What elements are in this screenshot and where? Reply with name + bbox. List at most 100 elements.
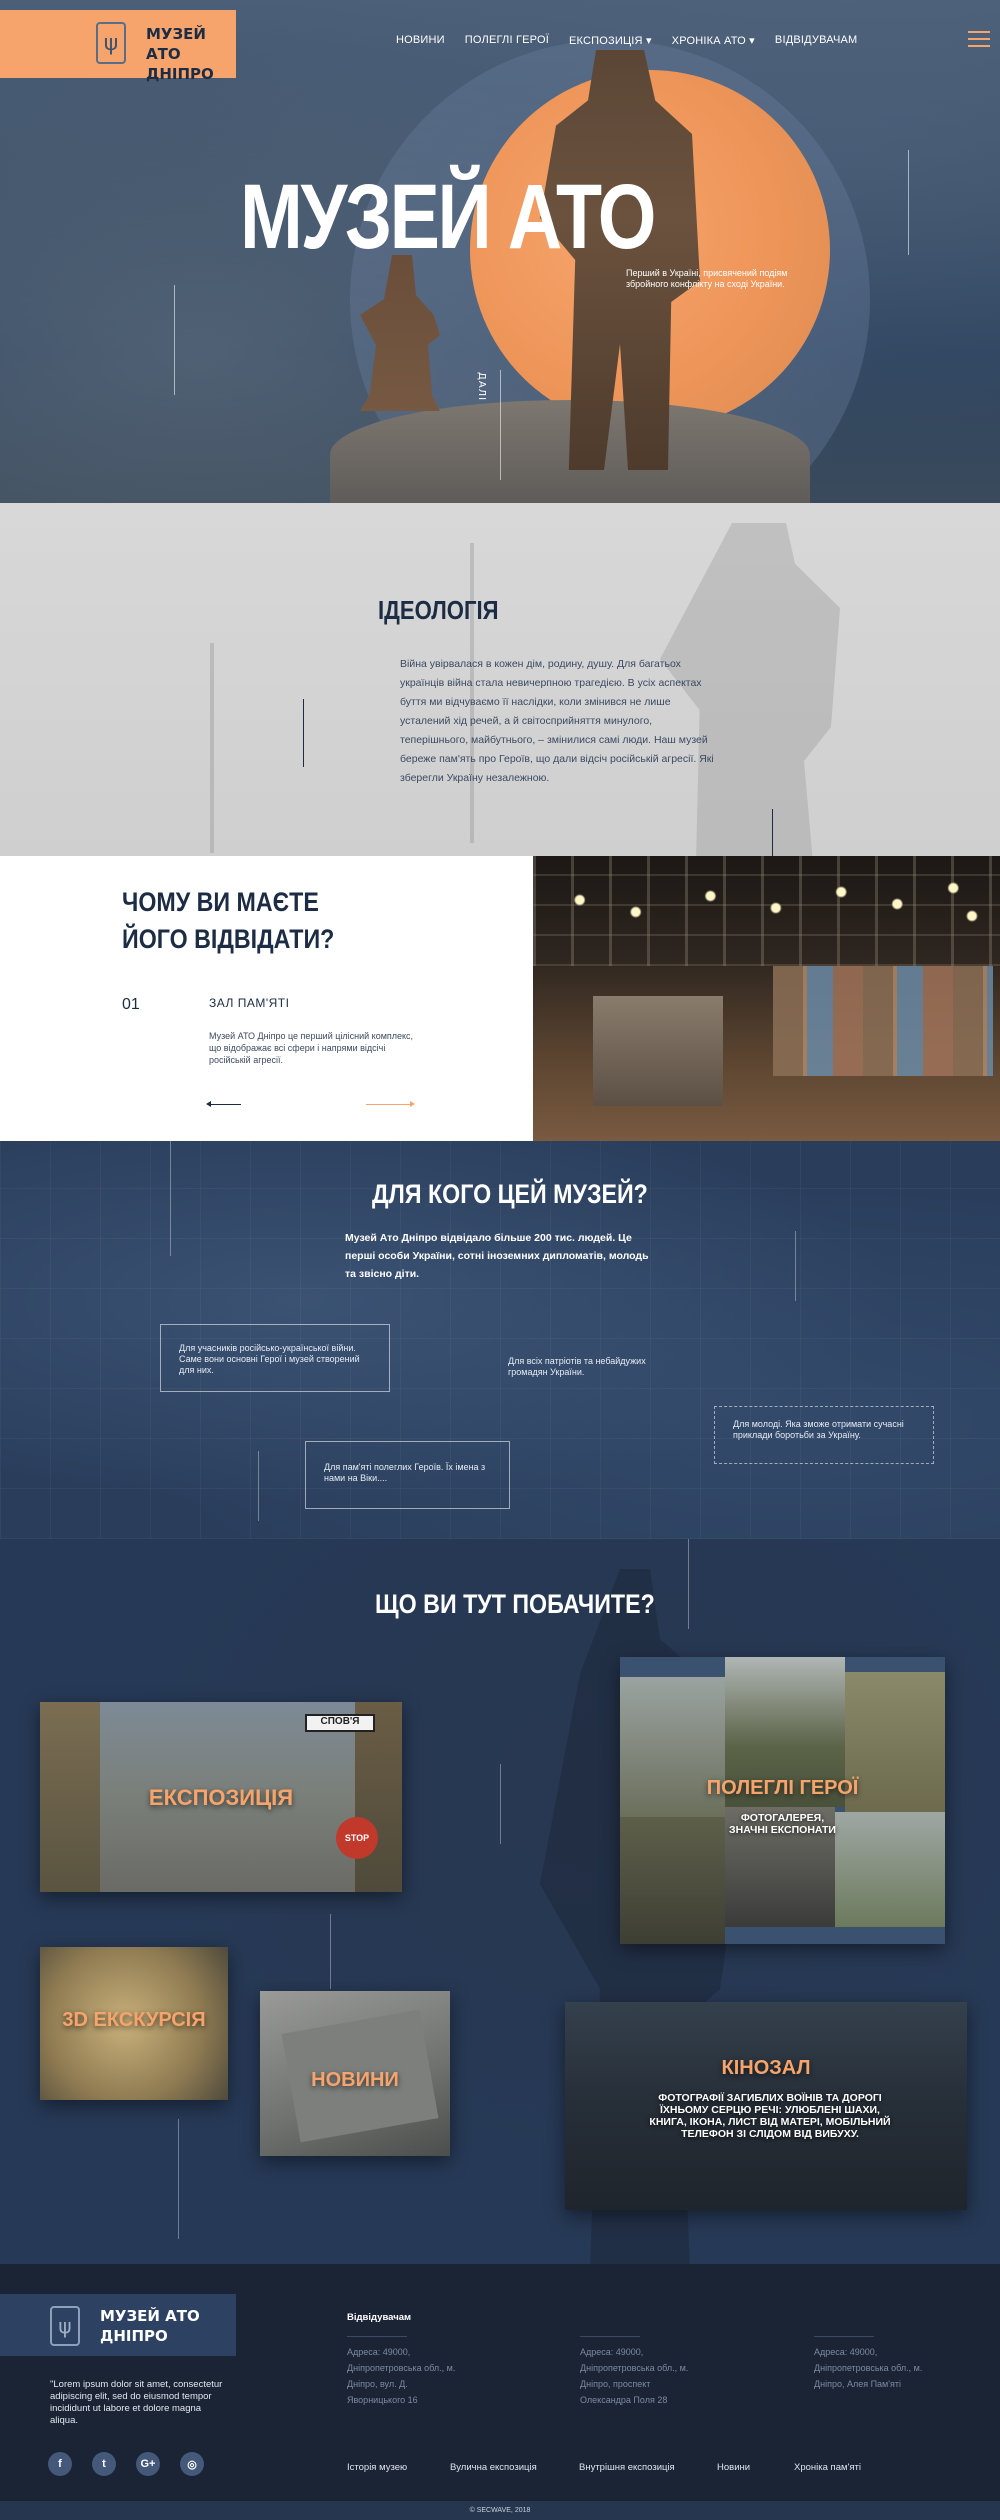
address-line: Яворницького 16 bbox=[347, 2395, 418, 2405]
audience-title: ДЛЯ КОГО ЦЕЙ МУЗЕЙ? bbox=[372, 1179, 648, 1209]
footer-visitors-title: Відвідувачам bbox=[347, 2312, 412, 2323]
features-divider-line bbox=[688, 1539, 689, 1629]
site-footer: ψ МУЗЕЙ АТО ДНІПРО "Lorem ipsum dolor si… bbox=[0, 2264, 1000, 2501]
nav-item-heroes[interactable]: ПОЛЕГЛІ ГЕРОЇ bbox=[465, 34, 549, 47]
address-line: Дніпро, проспект bbox=[580, 2379, 651, 2389]
tile-3d-label: 3D ЕКСКУРСІЯ bbox=[62, 2009, 206, 2031]
tile-exposition-label: ЕКСПОЗИЦІЯ bbox=[148, 1785, 294, 1810]
tile-heroes-sub: ФОТОГАЛЕРЕЯ, ЗНАЧНІ ЕКСПОНАТИ bbox=[620, 1812, 945, 1836]
slide-description: Музей АТО Дніпро це перший цілісний комп… bbox=[209, 1031, 414, 1065]
why-visit-title: ЧОМУ ВИ МАЄТЕ ЙОГО ВІДВІДАТИ? bbox=[122, 884, 363, 958]
google-plus-icon[interactable]: G+ bbox=[136, 2452, 160, 2476]
logo-line2: ДНІПРО bbox=[146, 65, 214, 83]
exhibit-booth bbox=[593, 996, 723, 1106]
nav-item-chronicle[interactable]: ХРОНІКА АТО ▾ bbox=[672, 34, 755, 47]
address-divider bbox=[580, 2336, 640, 2337]
address-line: Дніпро, вул. Д. bbox=[347, 2379, 408, 2389]
audience-divider-line bbox=[258, 1451, 259, 1521]
footer-link-street-exposition[interactable]: Вулична експозиція bbox=[450, 2462, 537, 2473]
ideology-divider-line bbox=[303, 699, 304, 767]
ideology-section: ІДЕОЛОГІЯ Війна увірвалася в кожен дім, … bbox=[0, 503, 1000, 856]
footer-quote: "Lorem ipsum dolor sit amet, consectetur… bbox=[50, 2379, 223, 2426]
facebook-icon[interactable]: f bbox=[48, 2452, 72, 2476]
slider-next-arrow-icon[interactable] bbox=[366, 1104, 412, 1105]
address-block: Адреса: 49000, Дніпропетровська обл., м.… bbox=[347, 2344, 507, 2408]
nav-item-news[interactable]: НОВИНИ bbox=[396, 34, 445, 47]
ideology-text: Війна увірвалася в кожен дім, родину, ду… bbox=[400, 658, 714, 784]
logo-text: МУЗЕЙ АТО ДНІПРО bbox=[146, 24, 236, 84]
instagram-icon[interactable]: ◎ bbox=[180, 2452, 204, 2476]
why-title-line1: ЧОМУ ВИ МАЄТЕ bbox=[122, 887, 319, 917]
background-cross bbox=[210, 643, 214, 853]
trident-icon: ψ bbox=[96, 22, 126, 64]
slider-prev-arrow-icon[interactable] bbox=[209, 1104, 241, 1105]
logo-line1: МУЗЕЙ АТО bbox=[146, 25, 206, 63]
features-divider-line bbox=[178, 2119, 179, 2239]
scroll-down-link[interactable]: ДАЛІ bbox=[476, 372, 487, 401]
ideology-divider-line bbox=[772, 809, 773, 856]
tile-heroes-sub-line2: ЗНАЧНІ ЕКСПОНАТИ bbox=[729, 1824, 836, 1836]
hero-divider-line bbox=[500, 370, 501, 480]
audience-divider-line bbox=[795, 1231, 796, 1301]
footer-link-chronicle[interactable]: Хроніка пам'яті bbox=[794, 2462, 861, 2473]
why-visit-section: ЧОМУ ВИ МАЄТЕ ЙОГО ВІДВІДАТИ? 01 ЗАЛ ПАМ… bbox=[0, 856, 1000, 1141]
ideology-title: ІДЕОЛОГІЯ bbox=[378, 595, 499, 625]
slide-number: 01 bbox=[122, 996, 140, 1013]
address-line: Дніпропетровська обл., м. bbox=[347, 2363, 456, 2373]
features-divider-line bbox=[500, 1764, 501, 1844]
tile-3d-tour[interactable]: 3D ЕКСКУРСІЯ bbox=[40, 1947, 228, 2100]
stop-sign: STOP bbox=[336, 1817, 378, 1859]
audience-card-youth: Для молоді. Яка зможе отримати сучасні п… bbox=[714, 1406, 934, 1464]
address-line: Адреса: 49000, bbox=[580, 2347, 644, 2357]
main-nav: НОВИНИ ПОЛЕГЛІ ГЕРОЇ ЕКСПОЗИЦІЯ ▾ ХРОНІК… bbox=[396, 34, 857, 47]
hamburger-icon[interactable] bbox=[968, 31, 990, 49]
address-block: Адреса: 49000, Дніпропетровська обл., м.… bbox=[814, 2344, 974, 2392]
features-section: ЩО ВИ ТУТ ПОБАЧИТЕ? СПОВ'Я STOP ЕКСПОЗИЦ… bbox=[0, 1539, 1000, 2264]
trident-icon: ψ bbox=[50, 2306, 80, 2346]
tile-fallen-heroes[interactable]: ПОЛЕГЛІ ГЕРОЇ ФОТОГАЛЕРЕЯ, ЗНАЧНІ ЕКСПОН… bbox=[620, 1657, 945, 1944]
arrow-left-icon bbox=[206, 1101, 211, 1107]
audience-card-veterans: Для учасників російсько-української війн… bbox=[160, 1324, 390, 1392]
tile-exposition[interactable]: СПОВ'Я STOP ЕКСПОЗИЦІЯ bbox=[40, 1702, 402, 1892]
site-logo[interactable]: ψ МУЗЕЙ АТО ДНІПРО bbox=[0, 10, 236, 83]
why-title-line2: ЙОГО ВІДВІДАТИ? bbox=[122, 924, 335, 954]
nav-item-visitors[interactable]: ВІДВІДУВАЧАМ bbox=[775, 34, 857, 47]
address-divider bbox=[347, 2336, 407, 2337]
features-title: ЩО ВИ ТУТ ПОБАЧИТЕ? bbox=[375, 1589, 655, 1619]
hero-subtitle: Перший в Україні, присвячений подіям збр… bbox=[626, 268, 788, 289]
tile-news-label: НОВИНИ bbox=[311, 2069, 399, 2091]
ceiling-lights bbox=[533, 876, 1000, 956]
slide-title: ЗАЛ ПАМ'ЯТІ bbox=[209, 996, 290, 1010]
twitter-icon[interactable]: t bbox=[92, 2452, 116, 2476]
audience-card-patriots: Для всіх патріотів та небайдужих громадя… bbox=[508, 1356, 646, 1377]
footer-logo[interactable]: ψ МУЗЕЙ АТО ДНІПРО bbox=[0, 2294, 236, 2356]
tile-heroes-label: ПОЛЕГЛІ ГЕРОЇ bbox=[706, 1777, 859, 1799]
address-block: Адреса: 49000, Дніпропетровська обл., м.… bbox=[580, 2344, 740, 2408]
address-line: Адреса: 49000, bbox=[814, 2347, 878, 2357]
address-divider bbox=[814, 2336, 874, 2337]
audience-intro: Музей Ато Дніпро відвідало більше 200 ти… bbox=[345, 1232, 649, 1280]
tile-news[interactable]: НОВИНИ bbox=[260, 1991, 450, 2156]
arrow-right-icon bbox=[410, 1101, 415, 1107]
tile-cinema-sub: ФОТОГРАФІЇ ЗАГИБЛИХ ВОЇНІВ ТА ДОРОГІ ЇХН… bbox=[649, 2092, 891, 2140]
tile-heroes-sub-line1: ФОТОГАЛЕРЕЯ, bbox=[740, 1812, 825, 1824]
footer-logo-line1: МУЗЕЙ АТО bbox=[100, 2307, 200, 2325]
features-divider-line bbox=[330, 1914, 331, 1989]
footer-link-history[interactable]: Історія музею bbox=[347, 2462, 407, 2473]
copyright-bar: © SECWAVE, 2018 bbox=[0, 2501, 1000, 2520]
hero-divider-line bbox=[174, 285, 175, 395]
address-line: Олександра Поля 28 bbox=[580, 2395, 668, 2405]
footer-link-news[interactable]: Новини bbox=[717, 2462, 750, 2473]
address-line: Дніпропетровська обл., м. bbox=[814, 2363, 923, 2373]
footer-logo-text: МУЗЕЙ АТО ДНІПРО bbox=[100, 2306, 200, 2346]
hero-section: ψ МУЗЕЙ АТО ДНІПРО НОВИНИ ПОЛЕГЛІ ГЕРОЇ … bbox=[0, 0, 1000, 503]
address-line: Дніпро, Алея Пам'яті bbox=[814, 2379, 901, 2389]
nav-item-exposition[interactable]: ЕКСПОЗИЦІЯ ▾ bbox=[569, 34, 652, 47]
tile-cinema-label: КІНОЗАЛ bbox=[721, 2057, 811, 2079]
museum-hall-photo bbox=[533, 856, 1000, 1141]
hero-divider-line bbox=[908, 150, 909, 255]
tile-cinema[interactable]: КІНОЗАЛ ФОТОГРАФІЇ ЗАГИБЛИХ ВОЇНІВ ТА ДО… bbox=[565, 2002, 967, 2210]
footer-link-indoor-exposition[interactable]: Внутрішня експозиція bbox=[579, 2462, 675, 2473]
address-line: Адреса: 49000, bbox=[347, 2347, 411, 2357]
audience-card-memory: Для пам'яті полеглих Героїв. Їх імена з … bbox=[305, 1441, 510, 1509]
